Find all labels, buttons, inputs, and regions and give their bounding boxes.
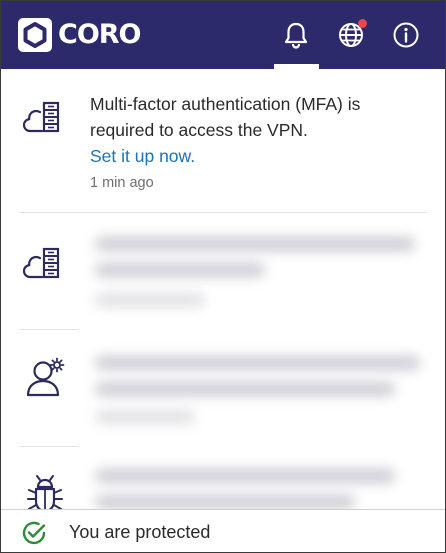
blurred-notification-content xyxy=(81,447,431,509)
blurred-text-line xyxy=(95,410,195,424)
cloud-server-icon xyxy=(22,101,60,133)
setup-mfa-link[interactable]: Set it up now. xyxy=(90,143,420,169)
blurred-text-line xyxy=(95,356,420,370)
blurred-text-line xyxy=(95,495,355,509)
notifications-list[interactable]: Multi-factor authentication (MFA) is req… xyxy=(1,69,445,509)
notification-item[interactable] xyxy=(1,213,445,330)
blurred-text-line xyxy=(95,237,415,251)
app-window: CORO Multi-factor authentication (MFA) i… xyxy=(0,0,446,553)
blurred-notification-content xyxy=(81,213,431,329)
cloud-server-icon xyxy=(22,247,60,279)
notification-item[interactable] xyxy=(1,447,445,509)
coro-logo-mark xyxy=(18,18,52,52)
blurred-text-line xyxy=(95,382,395,396)
bell-icon xyxy=(284,22,308,49)
info-icon xyxy=(393,22,419,48)
blurred-notification-content xyxy=(81,330,431,446)
blurred-text-line xyxy=(95,263,265,277)
network-alert-badge xyxy=(358,19,367,28)
bug-icon xyxy=(27,475,63,509)
blurred-text-line xyxy=(95,469,395,483)
notification-item[interactable]: Multi-factor authentication (MFA) is req… xyxy=(1,69,445,213)
notification-item[interactable] xyxy=(1,330,445,447)
protection-status-bar: You are protected xyxy=(1,509,445,552)
check-circle-icon xyxy=(22,521,46,545)
notification-time: 1 min ago xyxy=(90,175,154,191)
top-bar: CORO xyxy=(1,1,445,69)
user-settings-icon xyxy=(26,357,65,397)
notifications-tab[interactable] xyxy=(276,15,316,55)
notification-text: Multi-factor authentication (MFA) is req… xyxy=(90,94,361,140)
notification-message: Multi-factor authentication (MFA) is req… xyxy=(90,91,420,196)
blurred-text-line xyxy=(95,293,205,307)
info-tab[interactable] xyxy=(386,15,426,55)
coro-logo-text: CORO xyxy=(58,19,142,50)
protection-status-text: You are protected xyxy=(69,522,211,542)
coro-logo: CORO xyxy=(18,18,142,52)
